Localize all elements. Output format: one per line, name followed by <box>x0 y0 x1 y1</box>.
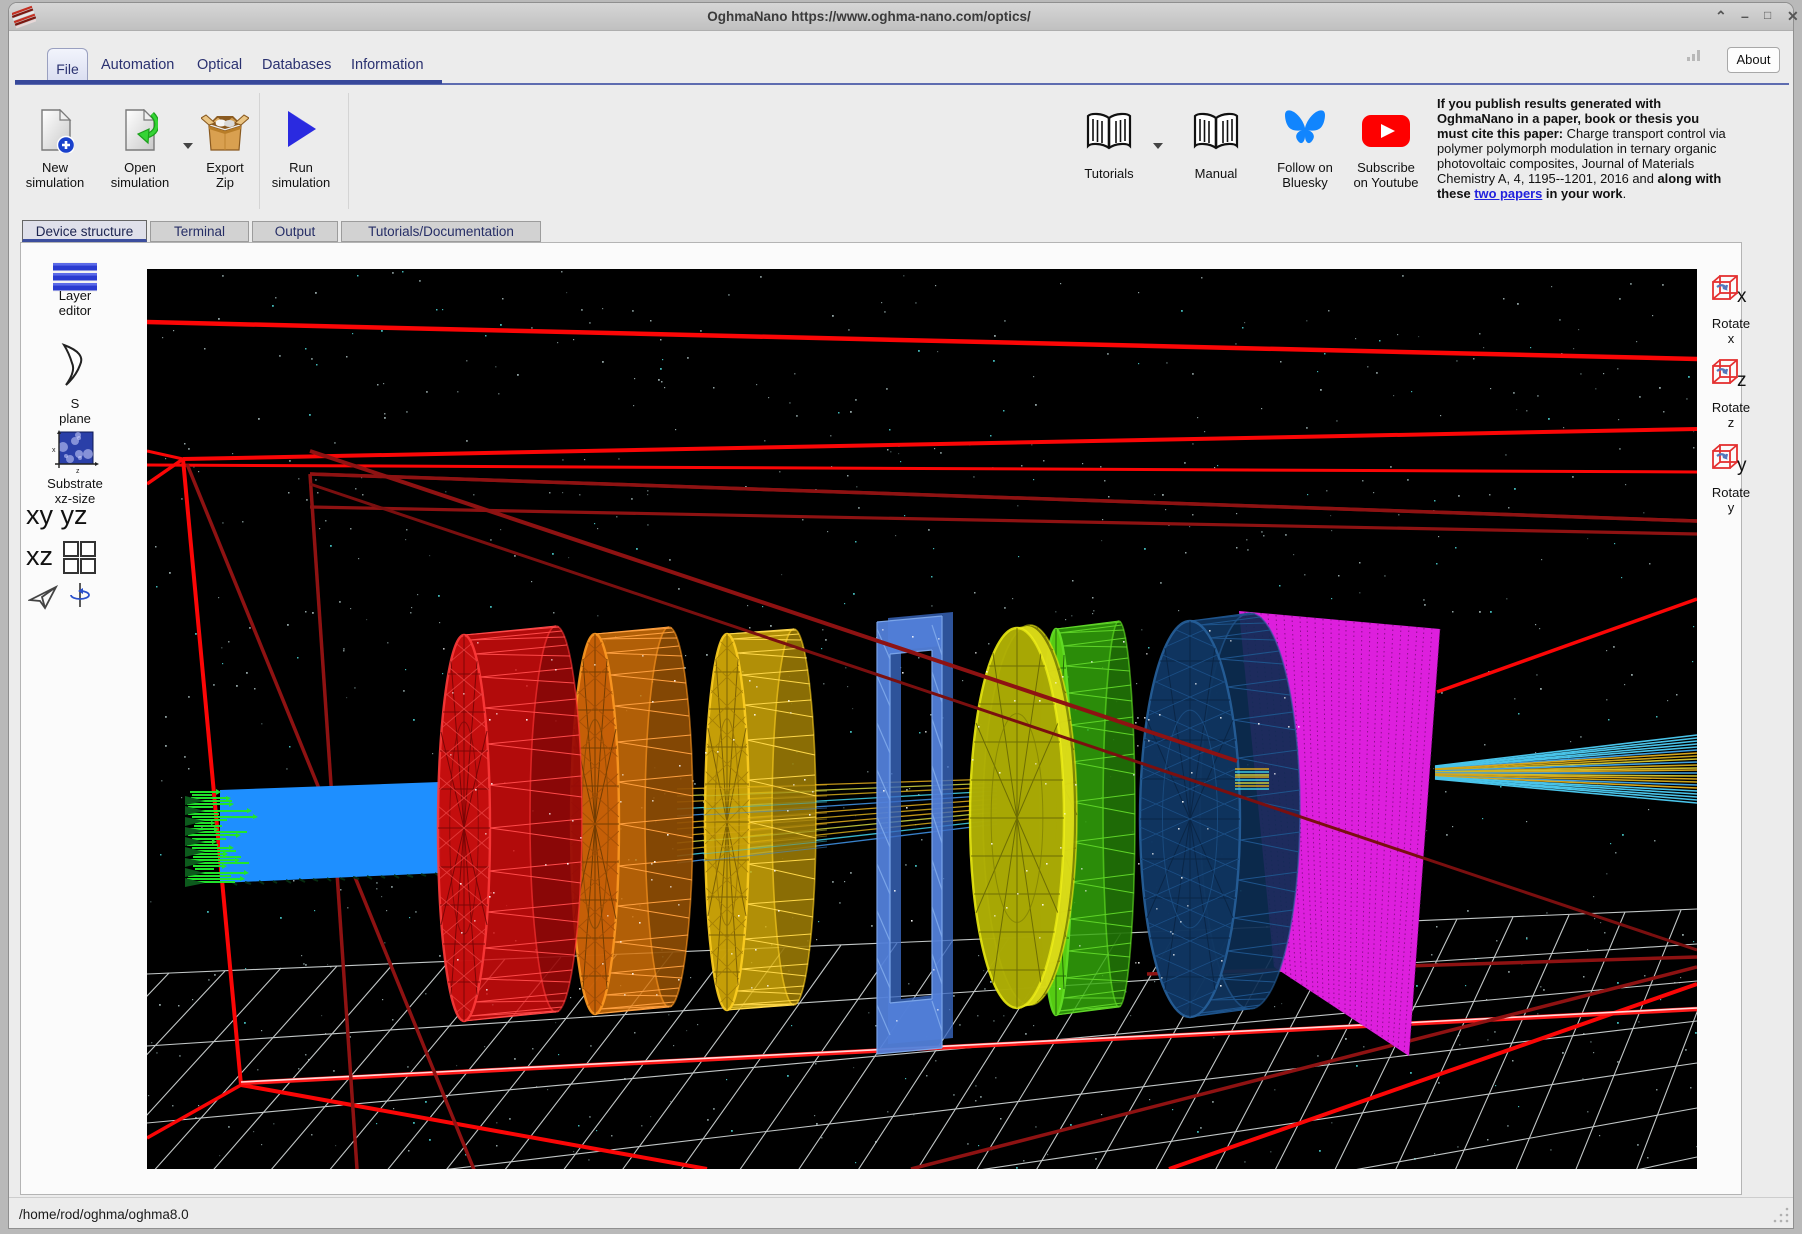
svg-text:x: x <box>52 447 56 454</box>
svg-text:z: z <box>76 468 80 474</box>
